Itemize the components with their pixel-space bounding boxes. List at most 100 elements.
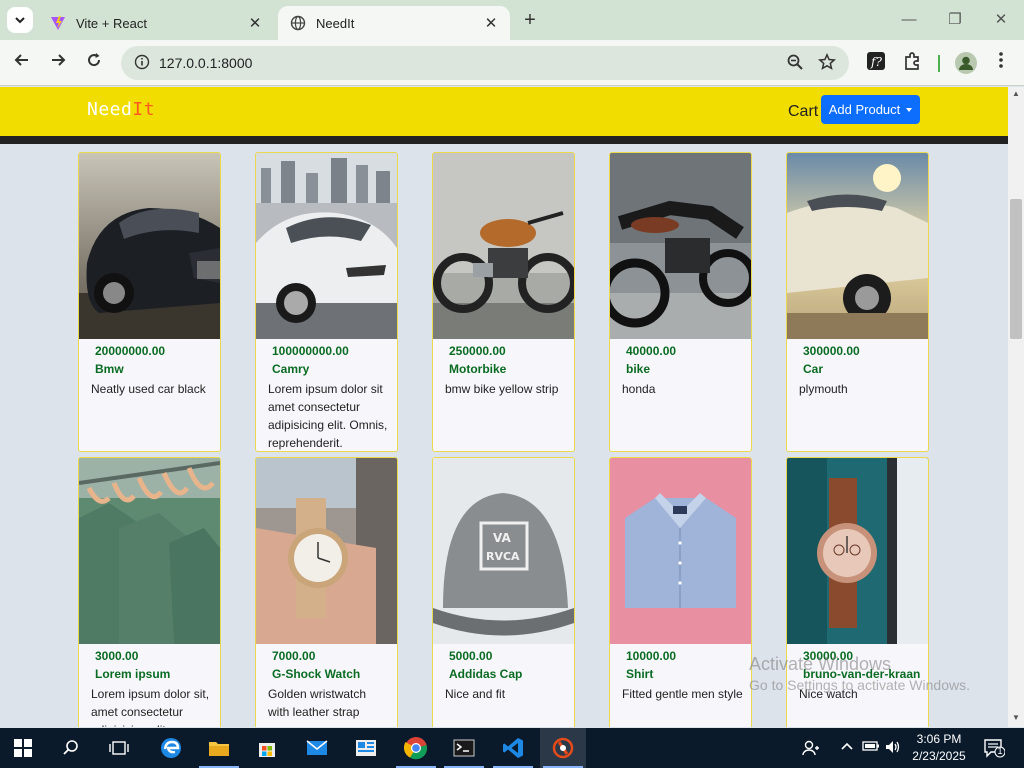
page-scrollbar[interactable]: ▲ ▼ [1008, 87, 1024, 727]
black-car-photo[interactable] [79, 153, 220, 339]
product-card[interactable]: 40000.00 bike honda [609, 152, 752, 452]
scroll-down-arrow-icon[interactable]: ▼ [1008, 713, 1024, 725]
svg-text:RVCA: RVCA [486, 550, 520, 563]
product-card[interactable]: 250000.00 Motorbike bmw bike yellow stri… [432, 152, 575, 452]
forward-arrow-icon[interactable] [46, 51, 70, 75]
chrome-icon[interactable] [393, 728, 439, 768]
classic-white-car-photo[interactable] [787, 153, 928, 339]
close-icon[interactable]: ✕ [246, 14, 264, 32]
product-name: G-Shock Watch [272, 667, 361, 681]
new-tab-plus-icon[interactable]: + [518, 9, 542, 33]
tab-title: NeedIt [316, 15, 355, 31]
mail-icon[interactable] [294, 728, 340, 768]
rose-gold-watch-photo[interactable] [787, 458, 928, 644]
active-app-icon[interactable] [540, 728, 586, 768]
product-card[interactable]: 30000.00 bruno-van-der-kraan Nice watch [786, 457, 929, 727]
profile-avatar-icon[interactable] [955, 52, 977, 74]
site-info-icon[interactable] [133, 54, 151, 72]
product-card[interactable]: 10000.00 Shirt Fitted gentle men style [609, 457, 752, 727]
search-icon[interactable] [48, 728, 94, 768]
navbar-border [0, 136, 1008, 144]
caret-down-icon [906, 107, 913, 112]
scroll-thumb[interactable] [1010, 199, 1022, 339]
bookmark-star-icon[interactable] [817, 52, 837, 73]
battery-icon[interactable] [862, 739, 880, 757]
chevron-down-icon [15, 17, 25, 24]
product-price: 30000.00 [803, 649, 854, 663]
vintage-motorbike-photo[interactable] [433, 153, 574, 339]
svg-text:VA: VA [493, 531, 511, 545]
black-motorbike-photo[interactable] [610, 153, 751, 339]
restore-icon[interactable]: ❐ [932, 8, 978, 32]
product-price: 10000.00 [626, 649, 677, 663]
news-icon[interactable] [343, 728, 389, 768]
product-name: bruno-van-der-kraan [803, 667, 921, 681]
address-bar[interactable]: 127.0.0.1:8000 [121, 46, 849, 80]
product-price: 40000.00 [626, 344, 677, 358]
product-card[interactable]: VA RVCA 5000.00 Addidas Cap Nice and fit [432, 457, 575, 727]
product-card[interactable]: 300000.00 Car plymouth [786, 152, 929, 452]
grey-cap-photo[interactable]: VA RVCA [433, 458, 574, 644]
tab-vite-react[interactable]: Vite + React ✕ [38, 6, 274, 40]
product-card[interactable]: 100000000.00 Camry Lorem ipsum dolor sit… [255, 152, 398, 452]
menu-dots-icon[interactable] [989, 51, 1013, 75]
minimize-icon[interactable]: — [886, 8, 932, 32]
product-card[interactable]: 7000.00 G-Shock Watch Golden wristwatch … [255, 457, 398, 727]
vscode-icon[interactable] [490, 728, 536, 768]
zoom-icon[interactable] [785, 53, 805, 73]
file-explorer-icon[interactable] [196, 728, 242, 768]
extensions-puzzle-icon[interactable] [900, 51, 924, 75]
add-product-label: Add Product [828, 102, 901, 117]
white-sports-car-photo[interactable] [256, 153, 397, 339]
tab-strip: Vite + React ✕ NeedIt ✕ + — ❐ ✕ [0, 0, 1024, 40]
vite-logo-icon [50, 15, 66, 31]
tab-search-button[interactable] [7, 7, 33, 33]
reload-icon[interactable] [82, 51, 106, 75]
edge-browser-icon[interactable] [148, 728, 194, 768]
product-card[interactable]: 3000.00 Lorem ipsum Lorem ipsum dolor si… [78, 457, 221, 727]
add-product-button[interactable]: Add Product [821, 95, 920, 124]
product-price: 20000000.00 [95, 344, 166, 358]
tab-needit[interactable]: NeedIt ✕ [278, 6, 510, 40]
toolbar-divider [938, 55, 940, 72]
product-description: Fitted gentle men style [622, 687, 743, 701]
people-icon[interactable] [802, 739, 820, 757]
blue-shirt-photo[interactable] [610, 458, 751, 644]
page-content: NeedIt Cart Add Product 20000000.00 Bmw … [0, 87, 1008, 727]
windows-start-icon[interactable] [0, 728, 46, 768]
windows-taskbar: 3:06 PM 2/23/2025 1 [0, 728, 1024, 768]
cart-link[interactable]: Cart [788, 103, 818, 121]
brand-need: Need [87, 99, 133, 120]
svg-text:f?: f? [870, 55, 882, 69]
brand-it: It [132, 99, 156, 120]
brand-logo[interactable]: NeedIt [87, 99, 155, 120]
tab-title: Vite + React [76, 15, 147, 31]
back-arrow-icon[interactable] [10, 51, 34, 75]
product-price: 250000.00 [449, 344, 506, 358]
close-icon[interactable]: ✕ [482, 14, 500, 32]
volume-icon[interactable] [884, 739, 902, 757]
green-shirts-hanger-photo[interactable] [79, 458, 220, 644]
product-name: Car [803, 362, 824, 376]
product-name: Bmw [95, 362, 124, 376]
system-clock[interactable]: 3:06 PM 2/23/2025 [906, 731, 972, 765]
product-name: Lorem ipsum [95, 667, 171, 681]
task-view-icon[interactable] [96, 728, 142, 768]
product-card[interactable]: 20000000.00 Bmw Neatly used car black [78, 152, 221, 452]
url-text[interactable]: 127.0.0.1:8000 [159, 55, 252, 71]
product-name: bike [626, 362, 651, 376]
close-window-icon[interactable]: ✕ [978, 8, 1024, 32]
font-extension-icon[interactable]: f? [864, 51, 888, 75]
product-price: 3000.00 [95, 649, 139, 663]
product-description: Neatly used car black [91, 382, 206, 396]
chevron-up-icon[interactable] [838, 739, 856, 757]
product-description: honda [622, 382, 656, 396]
scroll-up-arrow-icon[interactable]: ▲ [1008, 89, 1024, 101]
product-description: bmw bike yellow strip [445, 382, 559, 396]
product-description: Nice and fit [445, 687, 506, 701]
terminal-icon[interactable] [441, 728, 487, 768]
browser-toolbar: 127.0.0.1:8000 f? [0, 40, 1024, 86]
notification-center-icon[interactable]: 1 [983, 738, 1006, 758]
microsoft-store-icon[interactable] [244, 728, 290, 768]
gold-wristwatch-photo[interactable] [256, 458, 397, 644]
